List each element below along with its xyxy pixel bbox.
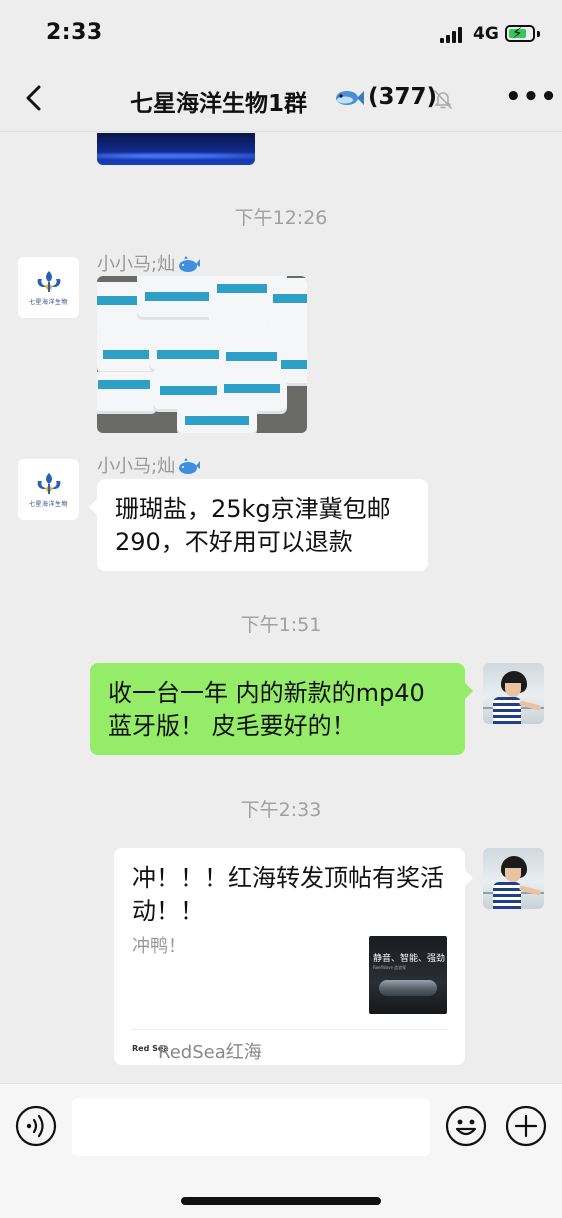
plus-circle-icon[interactable] bbox=[505, 1105, 547, 1147]
card-title: 冲！！！红海转发顶帖有奖活动！！ bbox=[132, 864, 444, 925]
card-description: 冲鸭！ bbox=[132, 936, 186, 957]
more-options-button[interactable]: ••• bbox=[505, 84, 558, 110]
status-bar: 2:33 4G ⚡ bbox=[0, 0, 562, 64]
card-source: RedSea红海 bbox=[158, 1042, 262, 1063]
avatar[interactable] bbox=[483, 663, 544, 724]
timestamp: 下午12:26 bbox=[234, 207, 328, 229]
timestamp: 下午2:33 bbox=[240, 799, 322, 821]
sender-name: 小小马;灿 bbox=[97, 452, 201, 478]
group-logo-label: 七星海洋生物 bbox=[28, 299, 68, 306]
chevron-left-icon[interactable] bbox=[24, 84, 44, 112]
sender-name-text: 小小马;灿 bbox=[97, 254, 176, 275]
message-text-line: 珊瑚盐，25kg京津冀包邮 bbox=[115, 495, 391, 523]
charging-icon: ⚡ bbox=[512, 24, 523, 42]
previous-image-message[interactable] bbox=[97, 133, 255, 165]
group-logo-label: 七星海洋生物 bbox=[28, 501, 68, 508]
avatar[interactable]: 七星海洋生物 bbox=[18, 459, 79, 520]
divider bbox=[132, 1029, 447, 1030]
link-card-message[interactable]: 冲！！！红海转发顶帖有奖活动！！ 冲鸭！ 静音、智能、强劲 ReefWave 造… bbox=[114, 848, 473, 1065]
thumbnail-caption: 静音、智能、强劲 bbox=[373, 954, 446, 964]
incoming-text-message[interactable]: 珊瑚盐，25kg京津冀包邮 290，不好用可以退款 bbox=[89, 479, 428, 571]
fish-icon bbox=[336, 91, 364, 105]
signal-icon bbox=[440, 27, 466, 43]
message-list[interactable]: 下午12:26 七星海洋生物 小小马;灿 七星海洋生物 小小马;灿 珊瑚盐，25… bbox=[0, 133, 562, 1083]
thumbnail-subcaption: ReefWave 造浪泵 bbox=[373, 965, 407, 970]
message-input[interactable] bbox=[72, 1098, 430, 1156]
card-thumbnail: 静音、智能、强劲 ReefWave 造浪泵 bbox=[369, 936, 447, 1014]
nav-bar: 七星海洋生物1群 (377) ••• bbox=[0, 64, 562, 132]
outgoing-text-message[interactable]: 收一台一年 内的新款的mp40 蓝牙版！ 皮毛要好的！ bbox=[90, 663, 473, 755]
image-message[interactable] bbox=[97, 276, 307, 433]
message-text-line: 290，不好用可以退款 bbox=[115, 528, 353, 556]
group-logo-icon bbox=[37, 271, 60, 292]
status-time: 2:33 bbox=[46, 20, 103, 45]
voice-icon[interactable] bbox=[15, 1105, 57, 1147]
battery-cap bbox=[537, 31, 540, 37]
timestamp: 下午1:51 bbox=[240, 614, 322, 636]
pump-image bbox=[379, 980, 437, 996]
whale-icon bbox=[179, 458, 201, 474]
sender-name: 小小马;灿 bbox=[97, 250, 201, 276]
bell-slash-icon bbox=[434, 90, 452, 109]
emoji-icon[interactable] bbox=[445, 1105, 487, 1147]
chat-title: 七星海洋生物1群 bbox=[130, 91, 308, 117]
sender-name-text: 小小马;灿 bbox=[97, 456, 176, 477]
message-text-line: 蓝牙版！ 皮毛要好的！ bbox=[108, 712, 356, 740]
message-text-line: 收一台一年 内的新款的mp40 bbox=[108, 679, 425, 707]
network-label: 4G bbox=[473, 24, 499, 44]
group-logo-icon bbox=[37, 473, 60, 494]
avatar[interactable]: 七星海洋生物 bbox=[18, 257, 79, 318]
whale-icon bbox=[179, 256, 201, 272]
member-count: (377) bbox=[368, 84, 438, 110]
home-indicator[interactable] bbox=[181, 1197, 381, 1205]
avatar[interactable] bbox=[483, 848, 544, 909]
